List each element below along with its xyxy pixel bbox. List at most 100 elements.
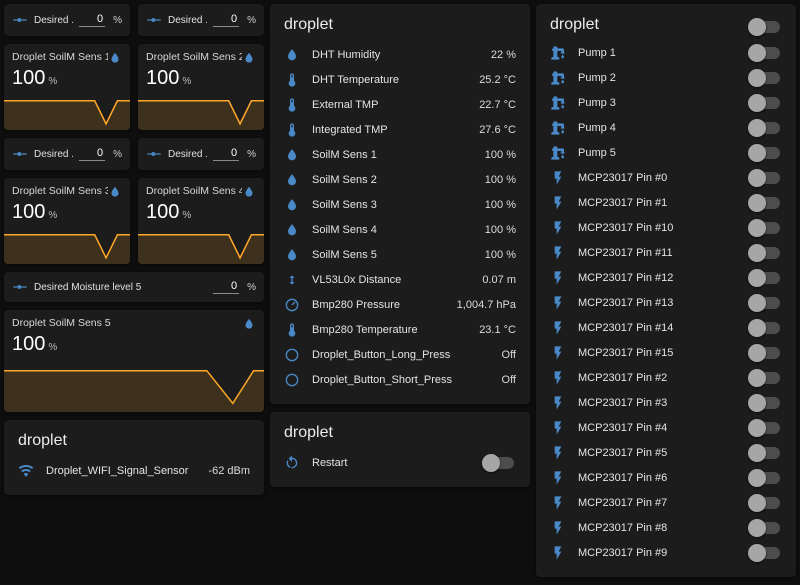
toggle-switch[interactable] (750, 297, 780, 309)
switch-list: Pump 1 Pump 2 Pump 3 (550, 40, 782, 565)
switch-row[interactable]: MCP23017 Pin #5 (550, 440, 782, 465)
toggle-switch[interactable] (750, 422, 780, 434)
soilm-sensor-card-5[interactable]: Droplet SoilM Sens 5 100% (4, 310, 264, 412)
switch-row[interactable]: MCP23017 Pin #4 (550, 415, 782, 440)
soilm-sensor-card-3[interactable]: Droplet SoilM Sens 3 100% (4, 178, 130, 264)
water-pump-icon (550, 45, 566, 61)
toggle-switch[interactable] (750, 372, 780, 384)
flash-icon (550, 395, 566, 411)
entity-row[interactable]: Droplet_Button_Long_Press Off (284, 342, 516, 367)
switch-row[interactable]: MCP23017 Pin #12 (550, 265, 782, 290)
toggle-switch[interactable] (750, 272, 780, 284)
desired-value-input[interactable]: 0 (213, 280, 239, 294)
switch-row[interactable]: MCP23017 Pin #9 (550, 540, 782, 565)
desired-label: Desired ... (168, 149, 207, 160)
desired-value-input[interactable]: 0 (213, 147, 239, 161)
toggle-switch[interactable] (750, 322, 780, 334)
toggle-switch[interactable] (750, 522, 780, 534)
toggle-switch[interactable] (750, 347, 780, 359)
switch-row[interactable]: MCP23017 Pin #1 (550, 190, 782, 215)
switch-row[interactable]: Pump 4 (550, 115, 782, 140)
switch-row[interactable]: MCP23017 Pin #3 (550, 390, 782, 415)
entity-row[interactable]: DHT Temperature 25.2 °C (284, 67, 516, 92)
entity-row[interactable]: Bmp280 Pressure 1,004.7 hPa (284, 292, 516, 317)
toggle-switch[interactable] (750, 147, 780, 159)
switch-row[interactable]: Pump 3 (550, 90, 782, 115)
toggle-switch[interactable] (750, 122, 780, 134)
entity-row[interactable]: Integrated TMP 27.6 °C (284, 117, 516, 142)
entity-row[interactable]: SoilM Sens 5 100 % (284, 242, 516, 267)
card-title: droplet (284, 14, 516, 42)
entity-name: Pump 4 (578, 122, 738, 134)
desired-label: Desired ... (168, 15, 207, 26)
switch-row[interactable]: MCP23017 Pin #13 (550, 290, 782, 315)
toggle-switch[interactable] (750, 197, 780, 209)
water-icon (284, 172, 300, 188)
entity-name: MCP23017 Pin #1 (578, 197, 738, 209)
switch-row[interactable]: MCP23017 Pin #7 (550, 490, 782, 515)
switch-row[interactable]: MCP23017 Pin #15 (550, 340, 782, 365)
toggle-switch[interactable] (484, 457, 514, 469)
unit-label: % (113, 15, 122, 26)
left-column: Desired ... 0 % Desired ... 0 % Droplet … (4, 4, 264, 495)
toggle-switch[interactable] (750, 397, 780, 409)
switch-row[interactable]: Pump 1 (550, 40, 782, 65)
toggle-knob (748, 419, 766, 437)
entity-name: SoilM Sens 4 (312, 224, 473, 236)
toggle-switch[interactable] (750, 172, 780, 184)
entity-name: Droplet_WIFI_Signal_Sensor (46, 465, 196, 477)
toggle-switch[interactable] (750, 447, 780, 459)
switch-row[interactable]: MCP23017 Pin #8 (550, 515, 782, 540)
entity-row[interactable]: External TMP 22.7 °C (284, 92, 516, 117)
toggle-switch[interactable] (750, 472, 780, 484)
flash-icon (550, 270, 566, 286)
entity-row[interactable]: SoilM Sens 1 100 % (284, 142, 516, 167)
entity-value: 0.07 m (482, 274, 516, 286)
entity-row[interactable]: VL53L0x Distance 0.07 m (284, 267, 516, 292)
soilm-sensor-card-2[interactable]: Droplet SoilM Sens 2 100% (138, 44, 264, 130)
switch-row[interactable]: MCP23017 Pin #14 (550, 315, 782, 340)
entity-row[interactable]: SoilM Sens 3 100 % (284, 192, 516, 217)
entity-row[interactable]: Droplet_WIFI_Signal_Sensor -62 dBm (18, 458, 250, 483)
switch-row[interactable]: MCP23017 Pin #2 (550, 365, 782, 390)
entity-value: 1,004.7 hPa (457, 299, 516, 311)
soilm-sensor-card-4[interactable]: Droplet SoilM Sens 4 100% (138, 178, 264, 264)
entity-row[interactable]: DHT Humidity 22 % (284, 42, 516, 67)
switch-row[interactable]: Pump 2 (550, 65, 782, 90)
toggle-knob (748, 194, 766, 212)
sensor-card-header: Droplet SoilM Sens 4 (138, 178, 264, 199)
entity-row[interactable]: SoilM Sens 2 100 % (284, 167, 516, 192)
entity-row[interactable]: SoilM Sens 4 100 % (284, 217, 516, 242)
entity-row[interactable]: Restart (284, 450, 516, 475)
toggle-switch[interactable] (750, 497, 780, 509)
toggle-switch[interactable] (750, 47, 780, 59)
switch-row[interactable]: MCP23017 Pin #6 (550, 465, 782, 490)
desired-value-input[interactable]: 0 (79, 147, 105, 161)
toggle-switch[interactable] (750, 222, 780, 234)
sensor-card-title: Droplet SoilM Sens 1 (12, 51, 108, 63)
toggle-knob (748, 444, 766, 462)
entity-row[interactable]: Droplet_Button_Short_Press Off (284, 367, 516, 392)
ray-vertex-icon (12, 12, 28, 28)
toggle-switch[interactable] (750, 97, 780, 109)
flash-icon (550, 320, 566, 336)
toggle-knob (748, 394, 766, 412)
switch-row[interactable]: MCP23017 Pin #10 (550, 215, 782, 240)
right-column: droplet Pump 1 Pump 2 (536, 4, 796, 577)
history-graph (4, 96, 130, 130)
desired-value-input[interactable]: 0 (79, 13, 105, 27)
toggle-switch[interactable] (750, 72, 780, 84)
entity-value: 22.7 °C (479, 99, 516, 111)
toggle-switch[interactable] (750, 547, 780, 559)
soilm-sensor-card-1[interactable]: Droplet SoilM Sens 1 100% (4, 44, 130, 130)
switch-row[interactable]: MCP23017 Pin #11 (550, 240, 782, 265)
header-toggle-switch[interactable] (750, 21, 780, 33)
switch-row[interactable]: Pump 5 (550, 140, 782, 165)
switch-row[interactable]: MCP23017 Pin #0 (550, 165, 782, 190)
toggle-switch[interactable] (750, 247, 780, 259)
entity-row[interactable]: Bmp280 Temperature 23.1 °C (284, 317, 516, 342)
sensor-value: 100% (138, 199, 264, 224)
desired-value-input[interactable]: 0 (213, 13, 239, 27)
entity-value: 100 % (485, 174, 516, 186)
toggle-knob (748, 269, 766, 287)
